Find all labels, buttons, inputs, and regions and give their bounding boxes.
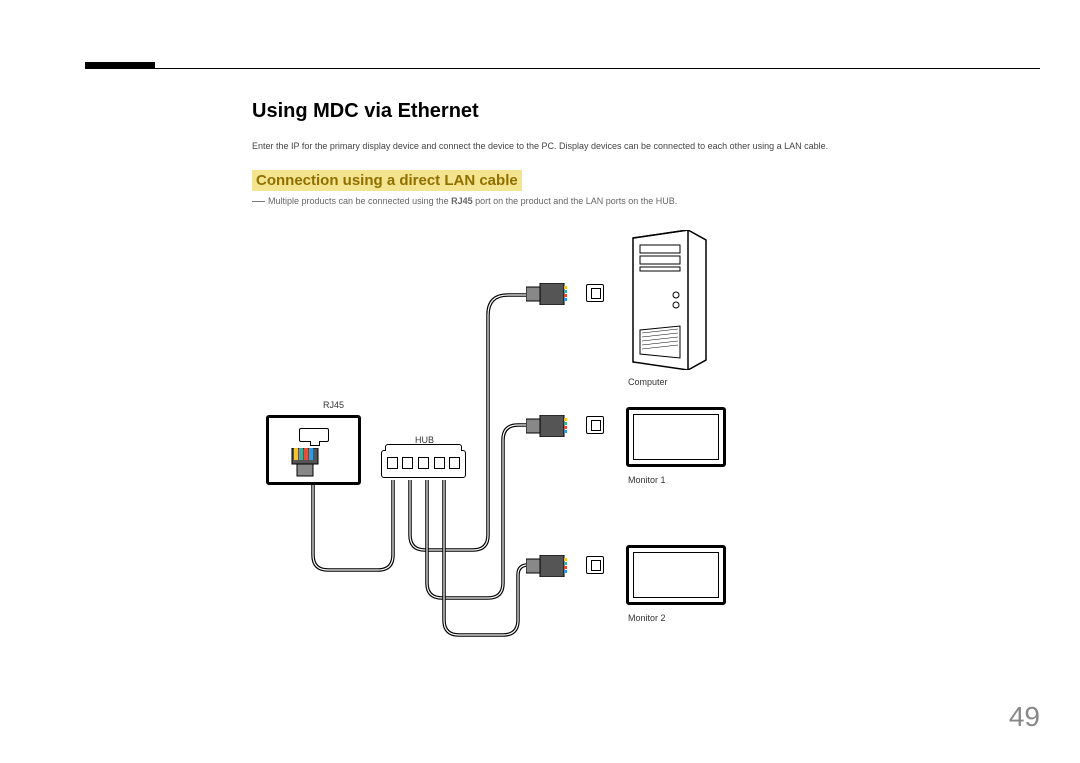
monitor2-lan-port-icon <box>586 556 604 574</box>
monitor2-label: Monitor 2 <box>628 613 666 623</box>
rj45-device-icon <box>266 415 361 485</box>
header-divider-line <box>85 68 1040 69</box>
rj45-label: RJ45 <box>323 400 344 410</box>
monitor2-icon <box>626 545 726 605</box>
rj45-connector-monitor1-icon <box>526 415 576 437</box>
note-marker: ― <box>252 193 264 208</box>
intro-paragraph: Enter the IP for the primary display dev… <box>252 140 1040 153</box>
connection-diagram: .cable { fill:none; stroke:#000; stroke-… <box>268 225 748 645</box>
computer-tower-icon <box>628 230 710 370</box>
page-number: 49 <box>1009 701 1040 733</box>
note-part1: Multiple products can be connected using… <box>268 196 451 206</box>
page-title: Using MDC via Ethernet <box>252 100 479 123</box>
rj45-port-icon <box>299 428 329 442</box>
note-bold-term: RJ45 <box>451 196 473 206</box>
computer-lan-port-icon <box>586 284 604 302</box>
hub-device-icon <box>381 450 466 478</box>
monitor1-icon <box>626 407 726 467</box>
computer-label: Computer <box>628 377 668 387</box>
note-part2: port on the product and the LAN ports on… <box>473 196 678 206</box>
monitor1-label: Monitor 1 <box>628 475 666 485</box>
rj45-connector-monitor2-icon <box>526 555 576 577</box>
note-text: Multiple products can be connected using… <box>268 196 1040 206</box>
rj45-plugged-connector-icon <box>289 448 321 483</box>
monitor1-lan-port-icon <box>586 416 604 434</box>
section-subheading: Connection using a direct LAN cable <box>252 170 522 191</box>
rj45-connector-computer-icon <box>526 283 576 305</box>
